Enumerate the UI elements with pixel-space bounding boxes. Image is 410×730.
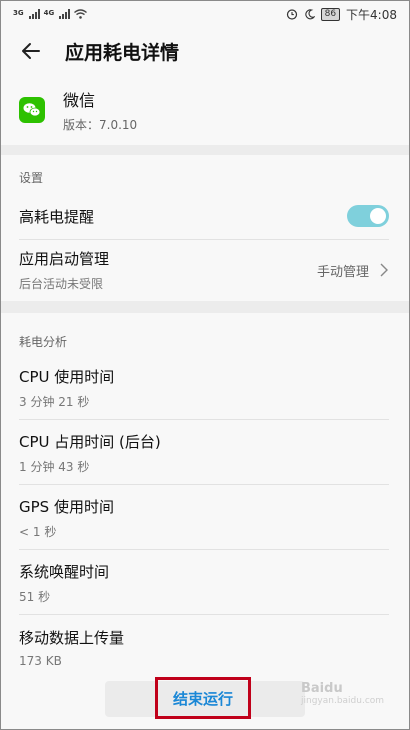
baidu-watermark: Baidu jingyan.baidu.com [301, 681, 401, 721]
divider [19, 614, 389, 615]
wifi-icon [74, 9, 88, 19]
phone-screen: 3G 4G 86 下午4:08 应用耗电详情 微信 版本：7.0.10 设置 高… [0, 0, 410, 730]
network-type-label: 4G [43, 9, 55, 17]
launch-management-value: 手动管理 [316, 264, 369, 280]
status-bar: 3G 4G 86 下午4:08 [1, 1, 409, 27]
signal-icon [28, 9, 40, 19]
chevron-right-icon [380, 263, 388, 277]
app-info-card: 微信 版本：7.0.10 [1, 75, 409, 145]
analysis-item-value: 51 秒 [19, 590, 51, 604]
analysis-item-title: GPS 使用时间 [19, 498, 114, 516]
settings-heading: 设置 [19, 171, 44, 185]
analysis-item-title: 系统唤醒时间 [19, 563, 110, 581]
launch-management-label: 应用启动管理 [19, 250, 110, 268]
divider [19, 484, 389, 485]
high-power-alert-toggle[interactable] [347, 205, 389, 227]
launch-management-status: 后台活动未受限 [19, 277, 104, 291]
moon-icon [304, 8, 315, 19]
watermark-text: Baidu [301, 681, 343, 696]
analysis-item-value: < 1 秒 [19, 525, 57, 539]
app-name: 微信 [63, 91, 96, 110]
analysis-item-value: 173 KB [19, 653, 62, 668]
analysis-item-value: 1 分钟 43 秒 [19, 460, 90, 474]
status-time: 下午4:08 [346, 7, 397, 22]
end-process-button[interactable]: 结束运行 [155, 677, 251, 719]
analysis-item: 移动数据上传量 173 KB [1, 616, 409, 678]
app-version: 版本：7.0.10 [63, 118, 138, 132]
alarm-icon [286, 9, 297, 20]
divider [19, 549, 389, 550]
section-gap [1, 145, 409, 155]
page-title: 应用耗电详情 [65, 41, 180, 64]
signal-icon [59, 9, 71, 19]
analysis-item-title: 移动数据上传量 [19, 628, 125, 647]
analysis-item: CPU 占用时间 (后台) 1 分钟 43 秒 [1, 421, 409, 485]
section-gap [1, 301, 409, 313]
battery-indicator: 86 [320, 7, 341, 21]
divider [19, 239, 389, 240]
toggle-knob [370, 208, 386, 224]
divider [19, 419, 389, 420]
analysis-item: 系统唤醒时间 51 秒 [1, 551, 409, 615]
back-arrow-icon[interactable] [19, 39, 43, 63]
wechat-icon [19, 97, 45, 123]
analysis-item-value: 3 分钟 21 秒 [19, 395, 90, 409]
watermark-url: jingyan.baidu.com [301, 696, 385, 706]
analysis-item-title: CPU 占用时间 (后台) [19, 433, 161, 451]
launch-management-row[interactable]: 应用启动管理 后台活动未受限 手动管理 [1, 241, 409, 299]
analysis-heading: 耗电分析 [19, 335, 68, 349]
high-power-alert-label: 高耗电提醒 [19, 207, 95, 226]
analysis-item: CPU 使用时间 3 分钟 21 秒 [1, 357, 409, 419]
power-analysis-section: 耗电分析 CPU 使用时间 3 分钟 21 秒 CPU 占用时间 (后台) 1 … [1, 313, 409, 729]
analysis-item-title: CPU 使用时间 [19, 368, 115, 386]
high-power-alert-row[interactable]: 高耗电提醒 [1, 193, 409, 239]
app-bar: 应用耗电详情 [1, 27, 409, 75]
analysis-item: GPS 使用时间 < 1 秒 [1, 486, 409, 550]
network-type-label: 3G [13, 9, 24, 17]
settings-section: 设置 高耗电提醒 应用启动管理 后台活动未受限 手动管理 [1, 155, 409, 301]
